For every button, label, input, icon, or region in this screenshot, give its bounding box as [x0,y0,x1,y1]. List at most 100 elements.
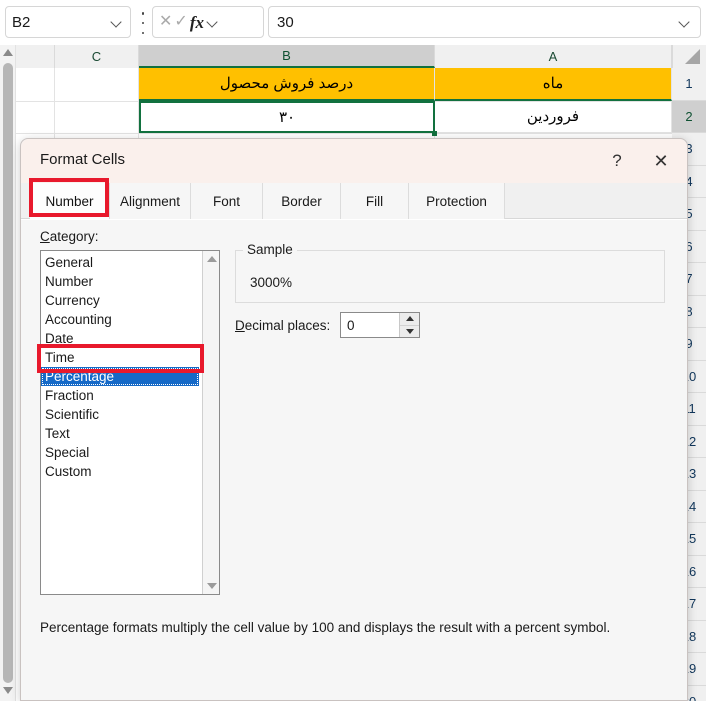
row-header-1[interactable]: 1 [672,68,706,101]
sample-legend-label: Sample [243,242,297,257]
column-header-a-label: A [548,49,558,64]
select-all-corner[interactable] [672,45,706,68]
vertical-scrollbar[interactable] [0,45,16,701]
cell-b1[interactable]: درصد فروش محصول [139,68,435,101]
column-header-d[interactable] [16,45,55,68]
category-item-currency[interactable]: Currency [41,291,199,310]
chevron-down-icon[interactable] [206,15,220,29]
formula-action-group: ✕ ✓ fx [152,6,264,38]
name-box[interactable]: B2 [5,6,131,38]
fill-handle[interactable] [432,131,437,136]
format-cells-dialog: Format Cells ? ✕ Number Alignment Font B… [20,138,688,701]
category-item-custom-label: Custom [45,464,92,479]
sample-value: 3000% [250,275,293,290]
category-item-number[interactable]: Number [41,272,199,291]
row-header-1-label: 1 [685,76,693,92]
row-header-2-label: 2 [685,108,693,124]
category-item-general-label: General [45,255,94,270]
help-question-icon[interactable]: ? [601,145,633,177]
row-header-2[interactable]: 2 [672,100,706,133]
decimal-places-spin-buttons [399,313,419,337]
category-listbox[interactable]: General Number Currency Accounting Date … [40,250,220,595]
column-header-b-label: B [282,48,291,63]
category-item-text[interactable]: Text [41,424,199,443]
scroll-down-arrow-icon[interactable] [206,583,217,589]
category-list: General Number Currency Accounting Date … [41,253,199,481]
excel-format-cells-screen: B2 ✕ ✓ fx 30 A B C 1 2 3 4 5 6 7 8 9 10 … [0,0,706,701]
column-header-c-label: C [91,49,102,64]
cell-a1-value: ماه [542,75,564,93]
category-item-scientific[interactable]: Scientific [41,405,199,424]
grid-line [16,133,672,134]
category-item-text-label: Text [45,426,70,441]
scroll-up-arrow-icon[interactable] [206,256,217,262]
insert-function-fx-icon[interactable]: fx [190,14,204,31]
category-description: Percentage formats multiply the cell val… [40,620,611,635]
decimal-places-input[interactable]: 0 [341,313,399,337]
tab-alignment[interactable]: Alignment [110,183,191,219]
category-item-special-label: Special [45,445,90,460]
column-header-c[interactable]: C [55,45,139,68]
tab-protection-label: Protection [426,193,487,209]
close-button-label: ✕ [653,150,669,171]
cell-b1-value: درصد فروش محصول [219,75,354,93]
category-item-fraction[interactable]: Fraction [41,386,199,405]
formula-input[interactable]: 30 [268,6,701,38]
confirm-check-icon[interactable]: ✓ [174,14,187,30]
column-header-row: A B C [16,45,706,68]
category-item-currency-label: Currency [45,293,100,308]
category-item-special[interactable]: Special [41,443,199,462]
tab-border-label: Border [281,193,322,209]
dialog-title: Format Cells [40,151,126,168]
category-item-general[interactable]: General [41,253,199,272]
tab-fill[interactable]: Fill [341,183,409,219]
name-box-value: B2 [12,13,31,31]
category-item-percentage-label: Percentage [45,369,115,384]
cancel-x-icon[interactable]: ✕ [159,14,172,30]
cell-b2-value: ۳۰ [278,108,296,126]
tab-font[interactable]: Font [191,183,263,219]
spinner-down-arrow-icon[interactable] [400,324,419,337]
category-item-scientific-label: Scientific [45,407,100,422]
tab-font-label: Font [212,193,240,209]
category-item-number-label: Number [45,274,94,289]
select-all-corner-icon [685,49,700,64]
category-item-time[interactable]: Time [41,348,199,367]
category-item-date[interactable]: Date [41,329,199,348]
category-item-date-label: Date [45,331,74,346]
tab-number[interactable]: Number [30,183,110,219]
chevron-down-icon[interactable] [678,15,692,29]
cell-a2-value: فروردین [526,108,580,126]
more-options-icon[interactable] [136,12,150,34]
tab-protection[interactable]: Protection [409,183,505,219]
close-x-icon[interactable]: ✕ [645,145,677,177]
cell-b2[interactable]: ۳۰ [139,100,435,133]
tab-number-label: Number [45,193,94,209]
scroll-up-arrow-icon[interactable] [3,49,13,59]
formula-input-value: 30 [277,13,294,31]
category-item-percentage[interactable]: Percentage [41,367,199,386]
dialog-tab-strip: Number Alignment Font Border Fill Protec… [21,183,687,219]
spinner-up-arrow-icon[interactable] [400,313,419,325]
column-header-a[interactable]: A [435,45,672,68]
category-item-accounting[interactable]: Accounting [41,310,199,329]
scroll-down-arrow-icon[interactable] [3,687,13,697]
tab-border[interactable]: Border [263,183,341,219]
category-item-fraction-label: Fraction [45,388,94,403]
category-item-accounting-label: Accounting [45,312,112,327]
decimal-places-stepper[interactable]: 0 [340,312,420,338]
decimal-places-label: Decimal places: [235,318,331,333]
category-label: Category: [40,229,99,244]
category-label-rest: ategory: [49,229,99,244]
sample-group-box [235,250,665,303]
category-list-scrollbar[interactable] [202,251,219,594]
cell-a1[interactable]: ماه [435,68,672,101]
decimal-places-label-rest: ecimal places: [244,318,331,333]
category-item-custom[interactable]: Custom [41,462,199,481]
chevron-down-icon[interactable] [110,15,124,29]
column-header-b[interactable]: B [139,45,435,68]
scrollbar-thumb[interactable] [3,63,13,683]
decimal-places-value: 0 [347,317,355,333]
dialog-title-bar[interactable]: Format Cells ? ✕ [21,139,687,183]
cell-a2[interactable]: فروردین [435,100,672,133]
